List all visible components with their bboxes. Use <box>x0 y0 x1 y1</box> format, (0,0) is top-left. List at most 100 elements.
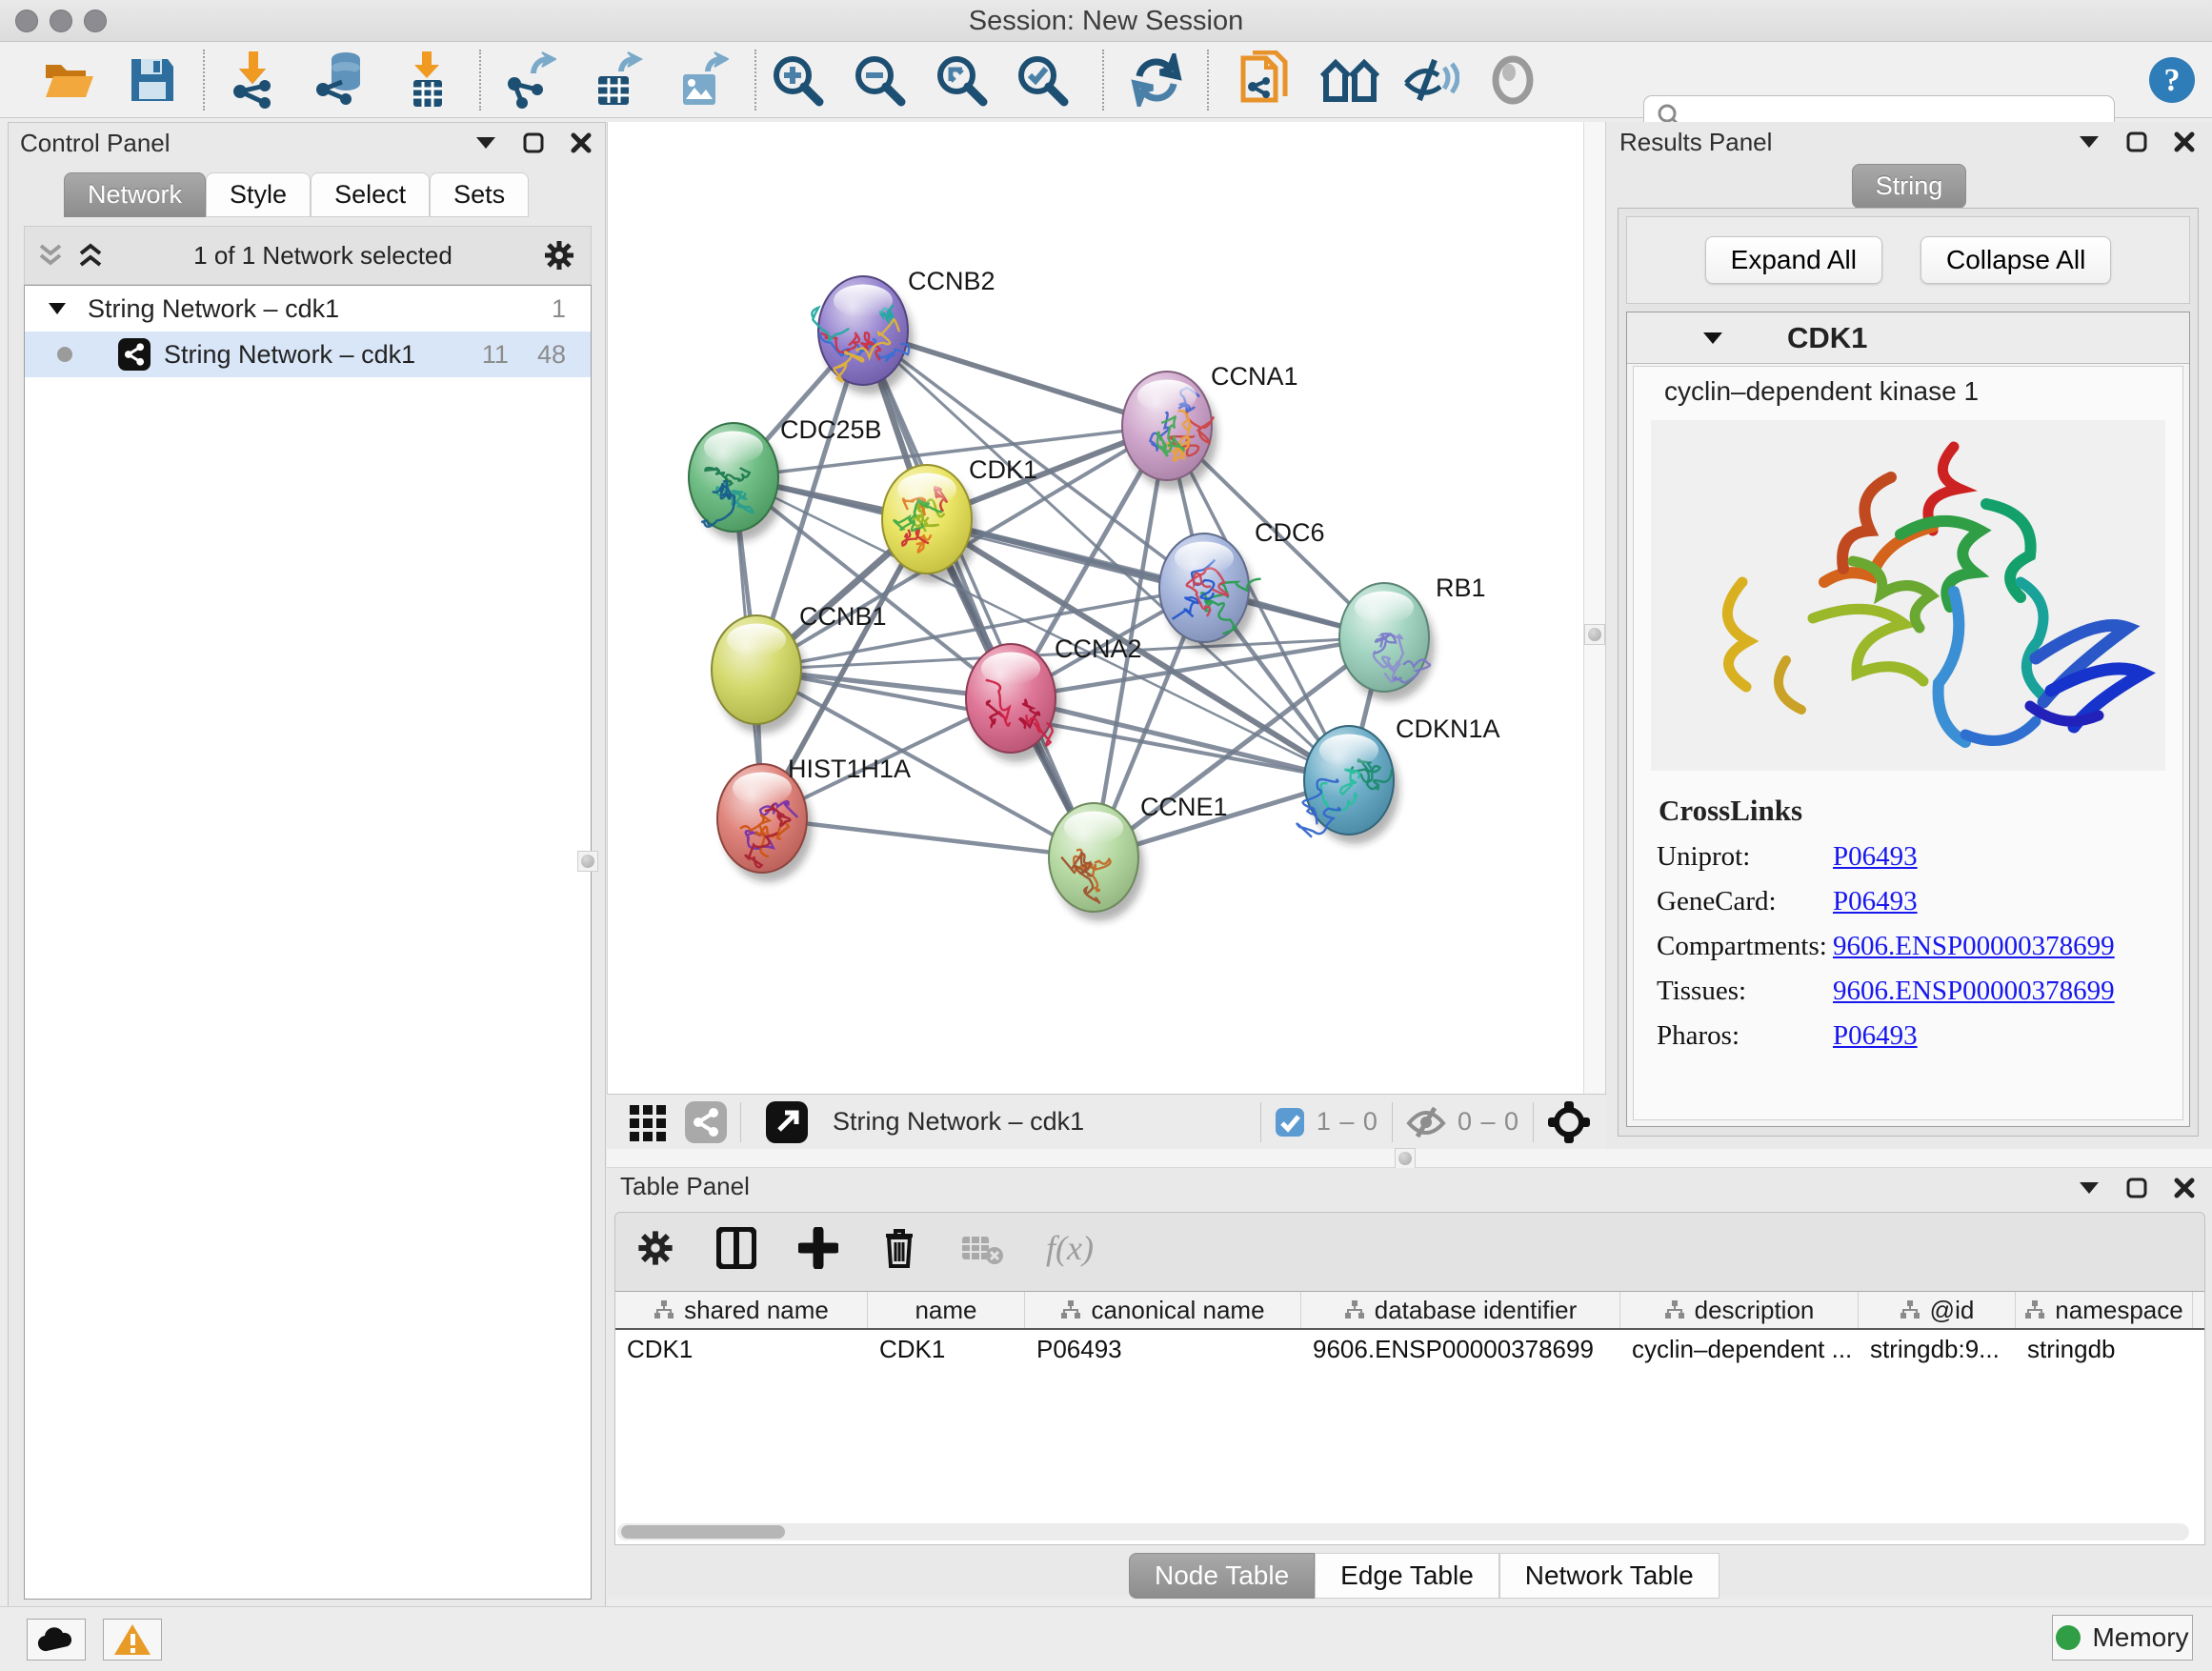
node-CCNB1[interactable]: CCNB1 <box>712 602 887 734</box>
selected-checkbox-icon[interactable] <box>1275 1107 1305 1137</box>
node-CCNA1[interactable]: CCNA1 <box>1122 362 1298 490</box>
panel-float-icon[interactable] <box>523 132 544 153</box>
panel-collapse-icon[interactable] <box>2079 1181 2100 1195</box>
houses-button[interactable] <box>1319 51 1380 109</box>
panel-float-icon[interactable] <box>2126 131 2147 152</box>
show-columns-icon[interactable] <box>716 1227 756 1269</box>
table-gear-icon[interactable] <box>636 1229 674 1267</box>
panel-close-icon[interactable] <box>571 132 592 153</box>
tab-style[interactable]: Style <box>206 172 311 217</box>
help-button[interactable]: ? <box>2142 51 2202 109</box>
expand-all-icon[interactable] <box>78 242 103 269</box>
node-CDC25B[interactable]: CDC25B <box>689 415 882 541</box>
network-tree-row[interactable]: String Network – cdk11148 <box>25 332 591 377</box>
table-row[interactable]: CDK1CDK1P064939606.ENSP00000378699cyclin… <box>615 1330 2204 1369</box>
import-network-file-button[interactable] <box>222 51 283 109</box>
column-header-name[interactable]: name <box>868 1292 1025 1328</box>
eye-button[interactable] <box>1482 51 1543 109</box>
add-column-icon[interactable] <box>798 1227 838 1269</box>
expand-all-button[interactable]: Expand All <box>1705 236 1882 284</box>
tab-string[interactable]: String <box>1852 164 1967 209</box>
table-cell[interactable]: P06493 <box>1025 1330 1301 1369</box>
network-tree-row[interactable]: String Network – cdk11 <box>25 286 591 332</box>
node-CDK1[interactable]: CDK1 <box>882 455 1037 583</box>
table-cell[interactable]: cyclin–dependent ... <box>1620 1330 1859 1369</box>
horizontal-splitter-handle[interactable] <box>1395 1148 1416 1169</box>
node-CCNA2[interactable]: CCNA2 <box>966 634 1142 762</box>
warning-status-button[interactable] <box>103 1619 162 1661</box>
node-RB1[interactable]: RB1 <box>1339 574 1486 701</box>
right-splitter-handle[interactable] <box>1584 624 1605 645</box>
tab-edge-table[interactable]: Edge Table <box>1315 1553 1499 1599</box>
gear-icon[interactable] <box>543 239 575 272</box>
close-window-button[interactable] <box>15 10 38 32</box>
open-in-new-icon[interactable] <box>766 1101 808 1143</box>
column-header--id[interactable]: @id <box>1859 1292 2016 1328</box>
zoom-selected-button[interactable] <box>1012 51 1073 109</box>
import-network-database-button[interactable] <box>310 51 371 109</box>
table-horizontal-scrollbar[interactable] <box>617 1523 2189 1540</box>
table-cell[interactable]: stringdb:9... <box>1859 1330 2016 1369</box>
crosslinks-list: Uniprot:P06493GeneCard:P06493Compartment… <box>1634 841 2182 1052</box>
tab-select[interactable]: Select <box>311 172 430 217</box>
result-entry-header[interactable]: CDK1 <box>1627 312 2189 364</box>
zoom-fit-button[interactable] <box>931 51 992 109</box>
save-session-button[interactable] <box>122 51 183 109</box>
delete-column-icon[interactable] <box>880 1226 918 1270</box>
table-cell[interactable]: stringdb <box>2016 1330 2193 1369</box>
export-image-button[interactable] <box>672 51 733 109</box>
zoom-out-button[interactable] <box>849 51 910 109</box>
crosslink-link[interactable]: P06493 <box>1833 886 1918 917</box>
hide-graphics-button[interactable] <box>1400 51 1461 109</box>
import-table-button[interactable] <box>396 51 457 109</box>
scrollbar-thumb[interactable] <box>621 1525 785 1539</box>
collapse-all-icon[interactable] <box>38 242 63 269</box>
network-graph[interactable]: CCNB2 CCNA1 CDC25BCDK1 CDC6RB1 CCNB1 CCNA2 CDK… <box>608 122 1584 1094</box>
network-share-icon[interactable] <box>685 1101 727 1143</box>
memory-button[interactable]: Memory <box>2052 1615 2193 1661</box>
column-header-namespace[interactable]: namespace <box>2016 1292 2193 1328</box>
node-CCNB2[interactable]: CCNB2 <box>812 267 995 394</box>
crosslink-link[interactable]: 9606.ENSP00000378699 <box>1833 976 2115 1007</box>
zoom-in-button[interactable] <box>767 51 828 109</box>
open-session-button[interactable] <box>38 51 99 109</box>
left-splitter-handle[interactable] <box>577 851 598 872</box>
document-share-button[interactable] <box>1235 51 1296 109</box>
crosslink-link[interactable]: P06493 <box>1833 1020 1918 1052</box>
column-header-database-identifier[interactable]: database identifier <box>1301 1292 1620 1328</box>
column-header-shared-name[interactable]: shared name <box>615 1292 868 1328</box>
panel-close-icon[interactable] <box>2174 1178 2195 1198</box>
panel-float-icon[interactable] <box>2126 1178 2147 1198</box>
refresh-button[interactable] <box>1126 51 1187 109</box>
hidden-eye-slash-icon[interactable] <box>1406 1106 1446 1138</box>
node-CCNE1[interactable]: CCNE1 <box>1049 793 1228 921</box>
column-header-canonical-name[interactable]: canonical name <box>1025 1292 1301 1328</box>
right-splitter[interactable] <box>1583 122 1606 1094</box>
export-table-button[interactable] <box>587 51 648 109</box>
tab-node-table[interactable]: Node Table <box>1129 1553 1315 1599</box>
table-cell[interactable]: 9606.ENSP00000378699 <box>1301 1330 1620 1369</box>
collapse-all-button[interactable]: Collapse All <box>1920 236 2111 284</box>
crosslink-link[interactable]: P06493 <box>1833 841 1918 873</box>
panel-close-icon[interactable] <box>2174 131 2195 152</box>
table-cell[interactable]: CDK1 <box>868 1330 1025 1369</box>
tree-expand-icon[interactable] <box>48 302 67 315</box>
network-canvas[interactable]: CCNB2 CCNA1 CDC25BCDK1 CDC6RB1 CCNB1 CCNA2 CDK… <box>607 122 1583 1094</box>
crosslink-link[interactable]: 9606.ENSP00000378699 <box>1833 931 2115 962</box>
pan-crosshair-icon[interactable] <box>1547 1100 1591 1144</box>
panel-collapse-icon[interactable] <box>475 136 496 150</box>
column-header-description[interactable]: description <box>1620 1292 1859 1328</box>
tab-network-table[interactable]: Network Table <box>1499 1553 1719 1599</box>
birds-eye-grid-icon[interactable] <box>628 1101 670 1143</box>
zoom-window-button[interactable] <box>84 10 107 32</box>
table-cell[interactable]: CDK1 <box>615 1330 868 1369</box>
minimize-window-button[interactable] <box>50 10 72 32</box>
cloud-status-button[interactable] <box>27 1619 86 1661</box>
node-HIST1H1A[interactable]: HIST1H1A <box>717 755 911 882</box>
panel-collapse-icon[interactable] <box>2079 135 2100 149</box>
export-network-button[interactable] <box>499 51 560 109</box>
node-CDC6[interactable]: CDC6 <box>1159 518 1325 652</box>
node-CDKN1A[interactable]: CDKN1A <box>1297 715 1499 844</box>
tab-sets[interactable]: Sets <box>430 172 529 217</box>
tab-network[interactable]: Network <box>64 172 206 217</box>
